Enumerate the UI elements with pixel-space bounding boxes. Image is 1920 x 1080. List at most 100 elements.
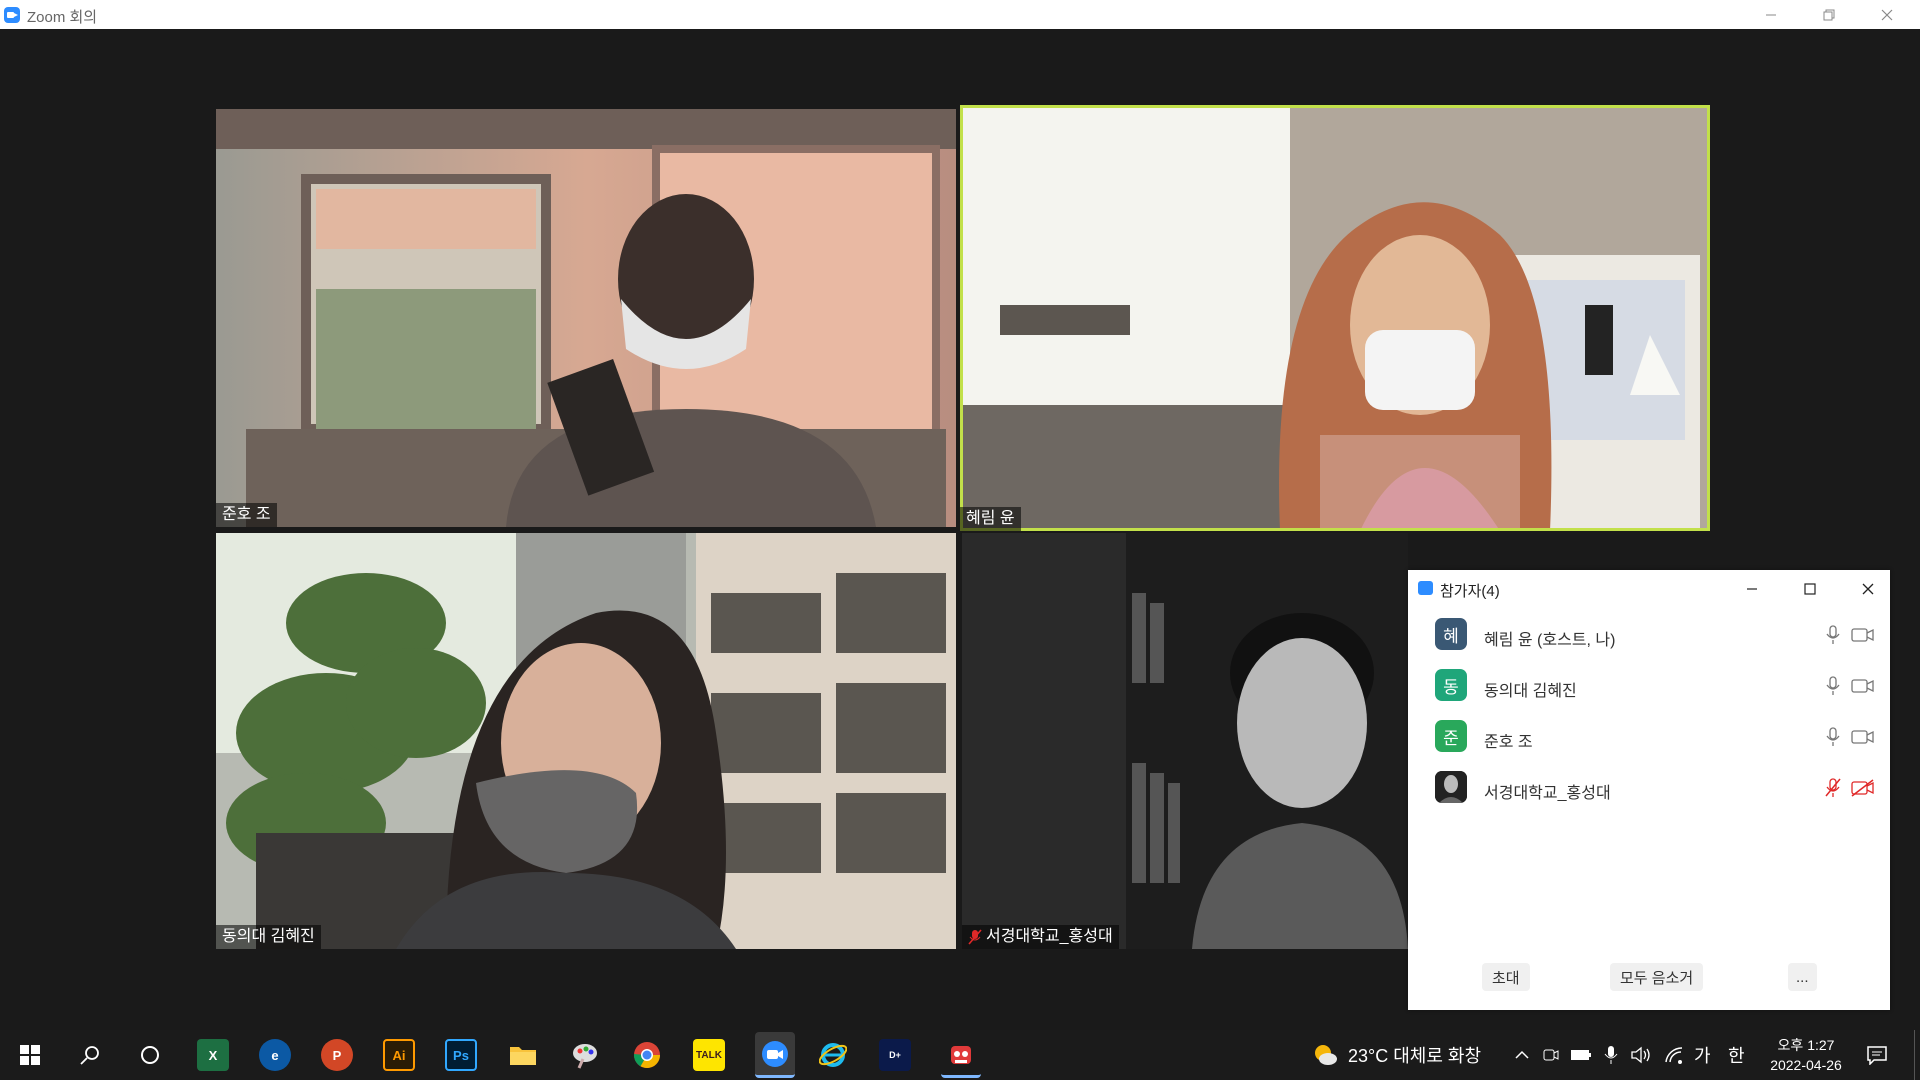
microphone-icon[interactable]	[1824, 727, 1842, 747]
search-button[interactable]	[74, 1039, 106, 1071]
windows-start-button[interactable]	[14, 1039, 46, 1071]
powerpoint-app[interactable]: P	[321, 1039, 353, 1071]
photoshop-icon: Ps	[453, 1047, 469, 1063]
excel-app[interactable]: X	[197, 1039, 229, 1071]
panel-close-button[interactable]	[1855, 576, 1881, 602]
show-desktop-button[interactable]	[1914, 1030, 1920, 1080]
kakaotalk-icon: TALK	[696, 1049, 722, 1061]
video-camera-icon[interactable]	[1851, 625, 1875, 645]
show-hidden-icons-button[interactable]	[1514, 1030, 1530, 1080]
participant-name-label: 혜림 윤	[960, 507, 1021, 531]
ime-mode-indicator[interactable]: 한	[1728, 1030, 1745, 1080]
participant-name-label: 동의대 김혜진	[216, 925, 321, 949]
participant-name-label: 준호 조	[216, 503, 277, 527]
window-title: Zoom 회의	[27, 9, 98, 26]
muted-mic-icon	[968, 929, 982, 945]
close-icon	[1862, 583, 1874, 595]
wifi-tray-icon[interactable]	[1664, 1030, 1684, 1080]
microphone-icon	[1604, 1046, 1618, 1064]
chrome-icon	[633, 1042, 661, 1069]
muted-microphone-icon[interactable]	[1824, 778, 1842, 798]
illustrator-icon: Ai	[392, 1047, 406, 1063]
ime-language-indicator[interactable]: 가	[1694, 1030, 1711, 1080]
restore-button[interactable]	[1806, 0, 1852, 29]
volume-tray-icon[interactable]	[1630, 1030, 1652, 1080]
restore-icon	[1823, 9, 1835, 20]
ime-mode-text: 한	[1728, 1046, 1745, 1066]
participant-row[interactable]: 서경대학교_홍성대	[1408, 763, 1890, 813]
minimize-icon	[1766, 14, 1776, 15]
paint-app[interactable]	[569, 1039, 601, 1071]
notification-icon	[1867, 1046, 1887, 1065]
zoom-small-icon	[1418, 581, 1433, 595]
taskbar-clock[interactable]: 오후 1:27 2022-04-26	[1756, 1035, 1856, 1075]
folder-icon	[510, 1047, 536, 1065]
participants-panel: 참가자(4) 혜 혜림 윤 (호스트, 나) 동 동의대 김혜진 준 준호 조 …	[1408, 570, 1890, 1010]
panel-title: 참가자(4)	[1440, 583, 1500, 600]
mute-all-button[interactable]: 모두 음소거	[1610, 963, 1704, 991]
participant-row[interactable]: 동 동의대 김혜진	[1408, 661, 1890, 711]
edge-app[interactable]: e	[259, 1039, 291, 1071]
maximize-icon	[1804, 583, 1816, 595]
participant-name-label: 서경대학교_홍성대	[962, 925, 1119, 949]
cortana-button[interactable]	[134, 1039, 166, 1071]
more-options-button[interactable]: ...	[1788, 963, 1817, 991]
palette-icon	[573, 1044, 597, 1069]
participant-name: 서경대학교_홍성대	[1484, 785, 1611, 802]
video-camera-icon[interactable]	[1851, 727, 1875, 747]
microphone-icon[interactable]	[1824, 676, 1842, 696]
powerpoint-icon: P	[332, 1047, 342, 1063]
close-button[interactable]	[1864, 0, 1910, 29]
participant-row[interactable]: 준 준호 조	[1408, 712, 1890, 762]
internet-explorer-app[interactable]	[817, 1039, 849, 1071]
avatar-photo	[1435, 771, 1467, 803]
invite-button[interactable]: 초대	[1482, 963, 1530, 991]
video-tile-kimhyejin[interactable]: 동의대 김혜진	[216, 533, 956, 949]
ime-language-text: 가	[1694, 1046, 1711, 1066]
microphone-icon[interactable]	[1824, 625, 1842, 645]
cortana-circle-icon	[141, 1046, 159, 1064]
panel-header: 참가자(4)	[1408, 570, 1890, 606]
weather-text: 23°C 대체로 화창	[1348, 1046, 1482, 1066]
edge-icon: e	[271, 1047, 279, 1063]
battery-icon	[1571, 1050, 1591, 1060]
video-feed	[216, 109, 956, 527]
kakaotalk-app[interactable]: TALK	[693, 1039, 725, 1071]
video-tile-hongsungdae[interactable]: 서경대학교_홍성대	[962, 533, 1408, 949]
excel-icon: X	[208, 1047, 218, 1063]
name-text: 준호 조	[222, 506, 271, 523]
minimize-icon	[1747, 588, 1757, 590]
weather-widget[interactable]: 23°C 대체로 화창	[1312, 1030, 1481, 1080]
clock-date: 2022-04-26	[1770, 1057, 1842, 1073]
panel-maximize-button[interactable]	[1797, 576, 1823, 602]
video-tile-hyerim[interactable]: 혜림 윤	[960, 105, 1710, 531]
chevron-up-icon	[1515, 1050, 1529, 1059]
name-text: 서경대학교_홍성대	[986, 928, 1113, 945]
red-app-active[interactable]	[941, 1032, 981, 1078]
minimize-button[interactable]	[1748, 0, 1794, 29]
name-text: 동의대 김혜진	[222, 928, 315, 945]
speaker-icon	[1631, 1046, 1650, 1064]
video-feed	[216, 533, 956, 949]
zoom-app-icon	[4, 7, 20, 23]
profile-thumbnail	[1435, 771, 1467, 803]
robot-app-icon	[951, 1045, 971, 1064]
video-camera-icon[interactable]	[1851, 676, 1875, 696]
video-tile-junho[interactable]: 준호 조	[216, 109, 956, 527]
microphone-tray-icon[interactable]	[1604, 1030, 1618, 1080]
notification-center-button[interactable]	[1866, 1030, 1888, 1080]
photoshop-app[interactable]: Ps	[445, 1039, 477, 1071]
disney-plus-icon: D+	[889, 1050, 901, 1060]
chrome-app[interactable]	[631, 1039, 663, 1071]
battery-tray-icon[interactable]	[1570, 1030, 1592, 1080]
video-off-icon[interactable]	[1851, 778, 1875, 798]
illustrator-app[interactable]: Ai	[383, 1039, 415, 1071]
camera-tray-icon[interactable]	[1542, 1030, 1560, 1080]
participant-row[interactable]: 혜 혜림 윤 (호스트, 나)	[1408, 610, 1890, 660]
disney-plus-app[interactable]: D+	[879, 1039, 911, 1071]
panel-minimize-button[interactable]	[1739, 576, 1765, 602]
avatar: 혜	[1435, 618, 1467, 650]
file-explorer-app[interactable]	[507, 1039, 539, 1071]
zoom-app-active[interactable]	[755, 1032, 795, 1078]
participant-name: 동의대 김혜진	[1484, 683, 1577, 700]
